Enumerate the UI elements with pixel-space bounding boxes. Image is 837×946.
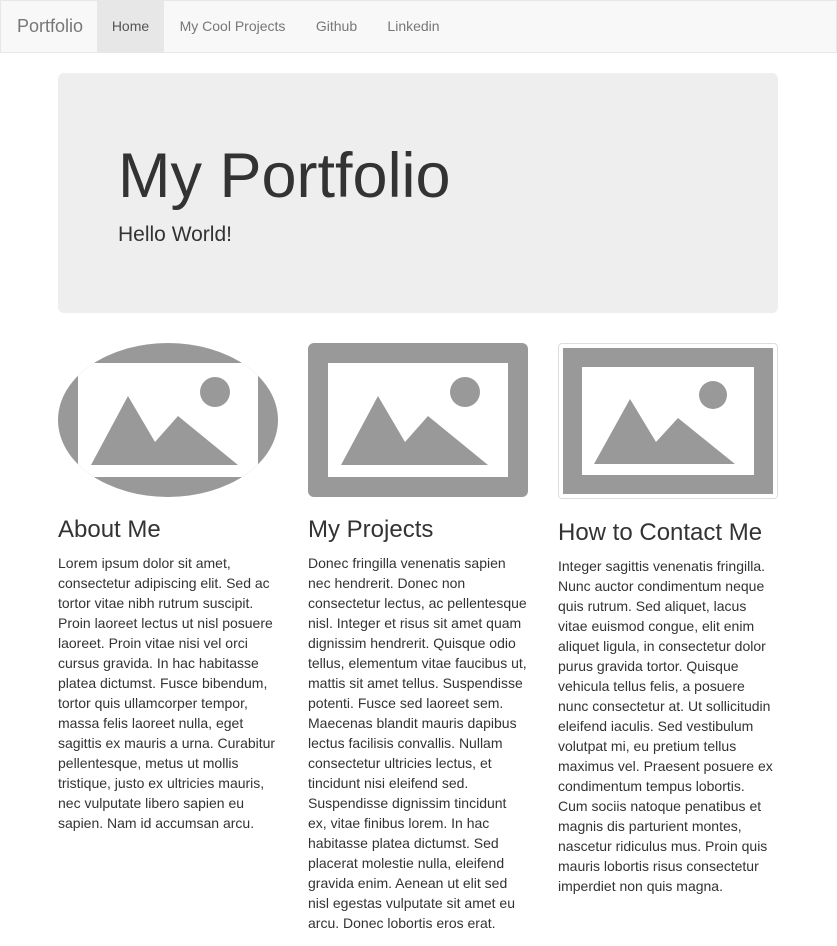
page-title: My Portfolio [118, 141, 451, 211]
navbar-brand[interactable]: Portfolio [17, 1, 83, 52]
nav-link-my-cool-projects[interactable]: My Cool Projects [164, 1, 301, 52]
nav-link-linkedin[interactable]: Linkedin [372, 1, 455, 52]
contact-image [558, 343, 778, 499]
nav-link-github[interactable]: Github [301, 1, 372, 52]
projects-heading: My Projects [308, 516, 434, 543]
about-image [58, 343, 278, 497]
contact-column: How to Contact Me Integer sagittis venen… [558, 518, 778, 896]
navbar: Portfolio Home My Cool Projects Github L… [0, 0, 837, 53]
image-placeholder-icon [563, 348, 773, 494]
image-placeholder-icon [58, 343, 278, 497]
about-text: Lorem ipsum dolor sit amet, consectetur … [58, 555, 276, 831]
about-column: About Me Lorem ipsum dolor sit amet, con… [58, 515, 278, 833]
page-subtitle: Hello World! [118, 223, 232, 246]
image-placeholder-icon [308, 343, 528, 497]
projects-column: My Projects Donec fringilla venenatis sa… [308, 515, 528, 933]
projects-image [308, 343, 528, 497]
projects-text: Donec fringilla venenatis sapien nec hen… [308, 555, 527, 931]
contact-heading: How to Contact Me [558, 519, 763, 546]
nav-link-home[interactable]: Home [97, 1, 164, 52]
contact-text: Integer sagittis venenatis fringilla. Nu… [558, 558, 773, 894]
about-heading: About Me [58, 516, 161, 543]
jumbotron: My Portfolio Hello World! [58, 73, 778, 313]
